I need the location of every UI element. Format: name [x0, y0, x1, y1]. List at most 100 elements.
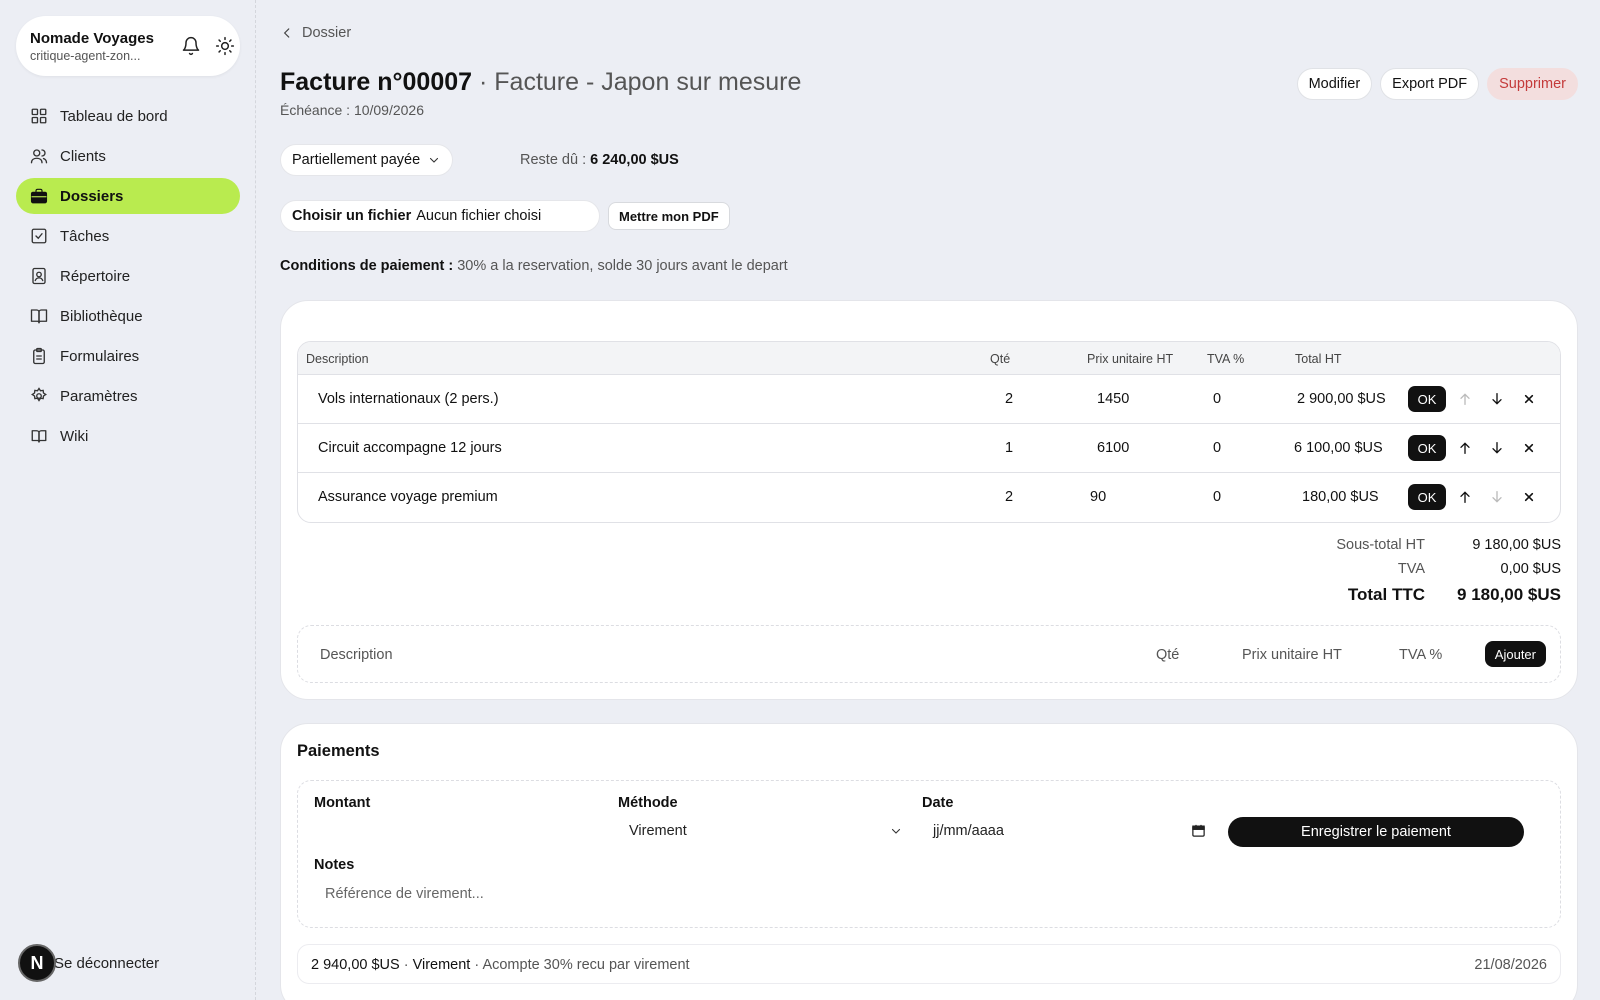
clipboard-icon: [33, 347, 45, 365]
main-content: Dossier Facture n°00007 · Facture - Japo…: [280, 0, 1578, 1000]
sidebar-item-formulaires[interactable]: Formulaires: [16, 338, 240, 374]
arrow-down-icon[interactable]: [1489, 440, 1505, 456]
method-label: Méthode: [618, 795, 678, 811]
save-payment-button[interactable]: Enregistrer le paiement: [1228, 817, 1524, 847]
line-total: 180,00 $US: [1302, 489, 1379, 505]
edit-button[interactable]: Modifier: [1296, 68, 1373, 100]
close-icon[interactable]: [1521, 440, 1537, 456]
line-description[interactable]: Circuit accompagne 12 jours: [318, 440, 502, 456]
briefcase-icon: [30, 188, 48, 204]
sidebar-item-clients[interactable]: Clients: [16, 138, 240, 174]
payment-amount: 2 940,00 $US: [311, 957, 400, 973]
line-qty[interactable]: 2: [1005, 489, 1013, 505]
breadcrumb-link[interactable]: Dossier: [302, 25, 351, 41]
sidebar-item-parametres[interactable]: Paramètres: [16, 378, 240, 414]
invoice-subtitle: Facture - Japon sur mesure: [494, 68, 802, 96]
confirm-line-button[interactable]: OK: [1408, 435, 1446, 461]
export-pdf-button[interactable]: Export PDF: [1380, 68, 1480, 100]
date-input[interactable]: jj/mm/aaaa: [922, 815, 1212, 847]
col-unit-price: Prix unitaire HT: [1087, 352, 1174, 366]
new-line-qty-input[interactable]: Qté: [1156, 647, 1179, 663]
chevron-left-icon: [283, 28, 290, 38]
close-icon[interactable]: [1521, 489, 1537, 505]
payment-entry[interactable]: 2 940,00 $US · Virement · Acompte 30% re…: [297, 944, 1561, 984]
logout-label: Se déconnecter: [54, 955, 160, 972]
balance-due: Reste dû : 6 240,00 $US: [520, 152, 679, 168]
line-description[interactable]: Vols internationaux (2 pers.): [318, 391, 499, 407]
sidebar-item-label: Bibliothèque: [60, 307, 143, 325]
new-line-description-input[interactable]: Description: [320, 647, 393, 663]
sidebar-item-dossiers[interactable]: Dossiers: [16, 178, 240, 214]
col-qty: Qté: [990, 352, 1011, 366]
line-unit-price[interactable]: 90: [1090, 489, 1106, 505]
vat-line: TVA 0,00 $US: [1301, 561, 1561, 585]
sidebar-item-label: Clients: [60, 147, 106, 165]
org-card[interactable]: Nomade Voyages critique-agent-zon...: [16, 16, 240, 76]
line-vat[interactable]: 0: [1213, 489, 1221, 505]
breadcrumb[interactable]: Dossier: [280, 25, 351, 41]
line-unit-price[interactable]: 6100: [1097, 440, 1129, 456]
payments-title: Paiements: [297, 742, 380, 760]
subtotal-value: 9 180,00 $US: [1472, 537, 1561, 553]
line-description[interactable]: Assurance voyage premium: [318, 489, 498, 505]
sidebar-item-bibliotheque[interactable]: Bibliothèque: [16, 298, 240, 334]
subtotal-label: Sous-total HT: [1336, 537, 1425, 553]
conditions-value: 30% a la reservation, solde 30 jours ava…: [457, 258, 788, 274]
sidebar-item-wiki[interactable]: Wiki: [16, 418, 240, 454]
sidebar-item-taches[interactable]: Tâches: [16, 218, 240, 254]
arrow-down-icon[interactable]: [1489, 489, 1505, 505]
delete-button[interactable]: Supprimer: [1487, 68, 1578, 100]
method-select[interactable]: Virement: [618, 815, 908, 847]
bell-icon[interactable]: [181, 36, 201, 56]
sidebar-item-label: Répertoire: [60, 267, 131, 285]
choose-file-button[interactable]: Choisir un fichier: [292, 208, 411, 224]
sidebar-item-repertoire[interactable]: Répertoire: [16, 258, 240, 294]
notes-input[interactable]: Référence de virement...: [314, 877, 1524, 911]
sidebar-nav: Tableau de bord Clients Dossiers Tâches …: [16, 98, 240, 458]
org-name: Nomade Voyages: [30, 30, 154, 47]
payment-note: Acompte 30% recu par virement: [482, 957, 690, 973]
logout-button[interactable]: N Se déconnecter: [18, 944, 238, 984]
line-vat[interactable]: 0: [1213, 391, 1221, 407]
header-actions: Modifier Export PDF Supprimer: [1296, 68, 1578, 100]
new-line-unit-price-input[interactable]: Prix unitaire HT: [1242, 647, 1342, 663]
amount-input[interactable]: [314, 815, 604, 847]
users-icon: [30, 149, 48, 164]
avatar[interactable]: N: [18, 944, 56, 982]
method-value: Virement: [629, 823, 687, 839]
status-select[interactable]: Partiellement payée: [280, 144, 453, 176]
confirm-line-button[interactable]: OK: [1408, 484, 1446, 510]
balance-value: 6 240,00 $US: [590, 152, 679, 168]
date-placeholder: jj/mm/aaaa: [933, 823, 1004, 839]
line-vat[interactable]: 0: [1213, 440, 1221, 456]
confirm-line-button[interactable]: OK: [1408, 386, 1446, 412]
new-line-vat-input[interactable]: TVA %: [1399, 647, 1442, 663]
arrow-up-icon[interactable]: [1457, 489, 1473, 505]
calendar-icon[interactable]: [1191, 823, 1206, 838]
notes-label: Notes: [314, 857, 355, 873]
new-line-form: Description Qté Prix unitaire HT TVA % A…: [297, 625, 1561, 683]
sidebar-item-dashboard[interactable]: Tableau de bord: [16, 98, 240, 134]
col-total: Total HT: [1295, 352, 1342, 366]
payment-date: 21/08/2026: [1474, 957, 1547, 973]
line-qty[interactable]: 2: [1005, 391, 1013, 407]
add-line-button[interactable]: Ajouter: [1484, 641, 1546, 667]
upload-pdf-button[interactable]: Mettre mon PDF: [608, 202, 730, 230]
book-icon: [30, 309, 48, 324]
line-unit-price[interactable]: 1450: [1097, 391, 1129, 407]
close-icon[interactable]: [1521, 391, 1537, 407]
sidebar-item-label: Tableau de bord: [60, 107, 168, 125]
arrow-down-icon[interactable]: [1489, 391, 1505, 407]
sun-icon[interactable]: [215, 36, 235, 56]
gear-icon: [31, 387, 47, 402]
file-input[interactable]: Choisir un fichier Aucun fichier choisi: [280, 200, 600, 232]
sidebar-item-label: Paramètres: [60, 387, 138, 405]
total-value: 9 180,00 $US: [1457, 585, 1561, 604]
totals: Sous-total HT 9 180,00 $US TVA 0,00 $US …: [1301, 537, 1561, 615]
sidebar: Nomade Voyages critique-agent-zon... Tab…: [0, 0, 256, 1000]
total-label: Total TTC: [1347, 585, 1425, 604]
title-separator: ·: [479, 68, 488, 96]
line-qty[interactable]: 1: [1005, 440, 1013, 456]
arrow-up-icon[interactable]: [1457, 391, 1473, 407]
arrow-up-icon[interactable]: [1457, 440, 1473, 456]
